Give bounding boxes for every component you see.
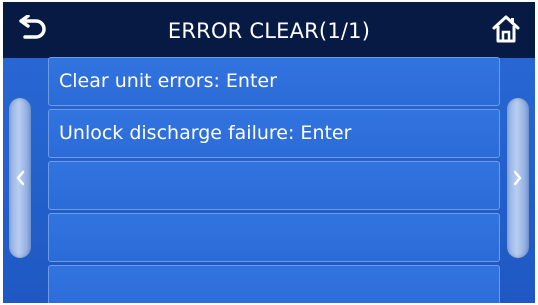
- menu-item-empty[interactable]: [48, 161, 500, 210]
- next-page-button[interactable]: [507, 98, 529, 258]
- touch-screen: ERROR CLEAR(1/1) Clear unit errors: Ente…: [3, 2, 535, 303]
- menu-item-empty[interactable]: [48, 213, 500, 262]
- chevron-left-icon: [16, 170, 25, 186]
- back-button[interactable]: [13, 12, 51, 48]
- home-button[interactable]: [487, 10, 525, 48]
- menu-item-clear-unit-errors[interactable]: Clear unit errors: Enter: [48, 57, 500, 106]
- menu-item-empty[interactable]: [48, 265, 500, 303]
- return-arrow-icon: [19, 15, 46, 39]
- home-icon: [492, 15, 520, 43]
- menu-item-unlock-discharge-failure[interactable]: Unlock discharge failure: Enter: [48, 109, 500, 158]
- page-title: ERROR CLEAR(1/1): [167, 19, 371, 43]
- header-bar: ERROR CLEAR(1/1): [3, 2, 535, 58]
- previous-page-button[interactable]: [9, 98, 31, 258]
- menu-list: Clear unit errors: Enter Unlock discharg…: [48, 57, 500, 303]
- chevron-right-icon: [513, 170, 522, 186]
